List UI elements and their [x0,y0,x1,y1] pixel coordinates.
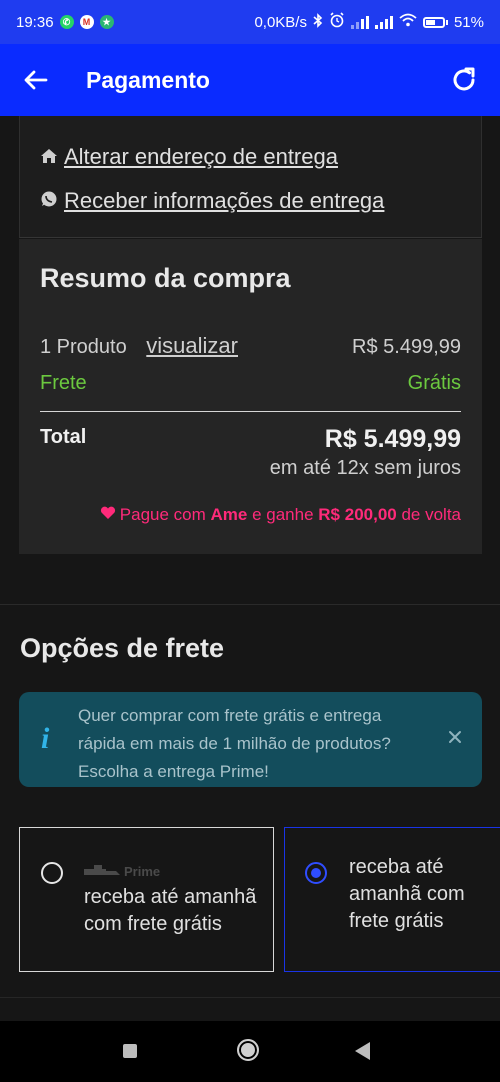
shipping-option-text: receba até amanhã com frete grátis [349,856,465,932]
shipping-option-prime[interactable]: Prime receba até amanhã com frete grátis [19,827,274,972]
change-address-link[interactable]: Alterar endereço de entrega [40,144,338,170]
delivery-card: Alterar endereço de entrega Receber info… [19,116,482,238]
view-products-link[interactable]: visualizar [146,333,238,358]
status-bar: 19:36 ✆ M ★ 0,0KB/s 51% [0,0,500,44]
close-icon[interactable] [446,728,464,746]
ame-middle: e ganhe [247,505,319,524]
system-nav-bar [0,1021,500,1082]
bottom-divider [0,997,500,998]
radio-button-selected[interactable] [305,862,327,884]
recents-button[interactable] [123,1044,137,1058]
whatsapp-icon: ✆ [59,15,74,29]
signal-icon-2 [374,15,393,29]
divider [40,411,461,412]
battery-icon [422,16,448,28]
shipping-option-text: receba até amanhã com frete grátis [84,886,257,935]
prime-label: Prime [124,864,161,879]
refresh-icon[interactable] [448,64,480,96]
radio-button-unselected[interactable] [41,862,63,884]
shipping-row: Frete Grátis [40,372,461,395]
status-time: 19:36 [16,13,54,31]
product-price: R$ 5.499,99 [352,336,461,358]
alarm-icon [329,12,345,32]
page-title: Pagamento [86,66,210,93]
delivery-info-label: Receber informações de entrega [64,188,385,213]
ame-amount: R$ 200,00 [318,505,397,524]
bluetooth-icon [313,12,323,32]
prime-badge: Prime [82,863,160,880]
change-address-label: Alterar endereço de entrega [64,144,338,169]
heart-icon [100,505,116,525]
truck-icon [82,863,122,880]
home-icon [40,144,58,170]
app-bar: Pagamento [0,44,500,116]
gmail-icon: M [79,15,94,29]
product-count: 1 Produto [40,336,127,358]
info-icon: i [41,722,50,755]
total-label: Total [40,426,87,448]
prime-info-banner: i Quer comprar com frete grátis e entreg… [19,692,482,787]
shipping-value: Grátis [407,372,461,394]
home-button[interactable] [237,1039,259,1061]
installments-text: em até 12x sem juros [269,457,461,479]
shipping-label: Frete [40,372,87,394]
whatsapp-icon [40,188,58,214]
back-button[interactable] [355,1042,370,1060]
summary-title: Resumo da compra [40,263,291,293]
ame-suffix: de volta [396,505,461,524]
section-divider [0,604,500,605]
shipping-section-title: Opções de frete [20,633,225,663]
signal-icon [350,15,369,29]
network-speed: 0,0KB/s [254,13,307,31]
shipping-option-standard[interactable]: receba até amanhã com frete grátis [284,827,500,972]
app-icon: ★ [99,15,114,29]
total-value: R$ 5.499,99 [324,425,461,453]
delivery-info-link[interactable]: Receber informações de entrega [40,188,384,214]
arrow-left-icon[interactable] [20,64,52,96]
ame-cashback-promo: Pague com Ame e ganhe R$ 200,00 de volta [100,505,461,525]
prime-info-text: Quer comprar com frete grátis e entrega … [78,706,391,781]
wifi-icon [399,13,417,31]
product-row: 1 Produto visualizar R$ 5.499,99 [40,333,461,359]
purchase-summary: Resumo da compra 1 Produto visualizar R$… [19,239,482,554]
battery-percent: 51% [453,13,484,31]
ame-brand: Ame [210,505,248,524]
ame-prefix: Pague com [119,505,211,524]
